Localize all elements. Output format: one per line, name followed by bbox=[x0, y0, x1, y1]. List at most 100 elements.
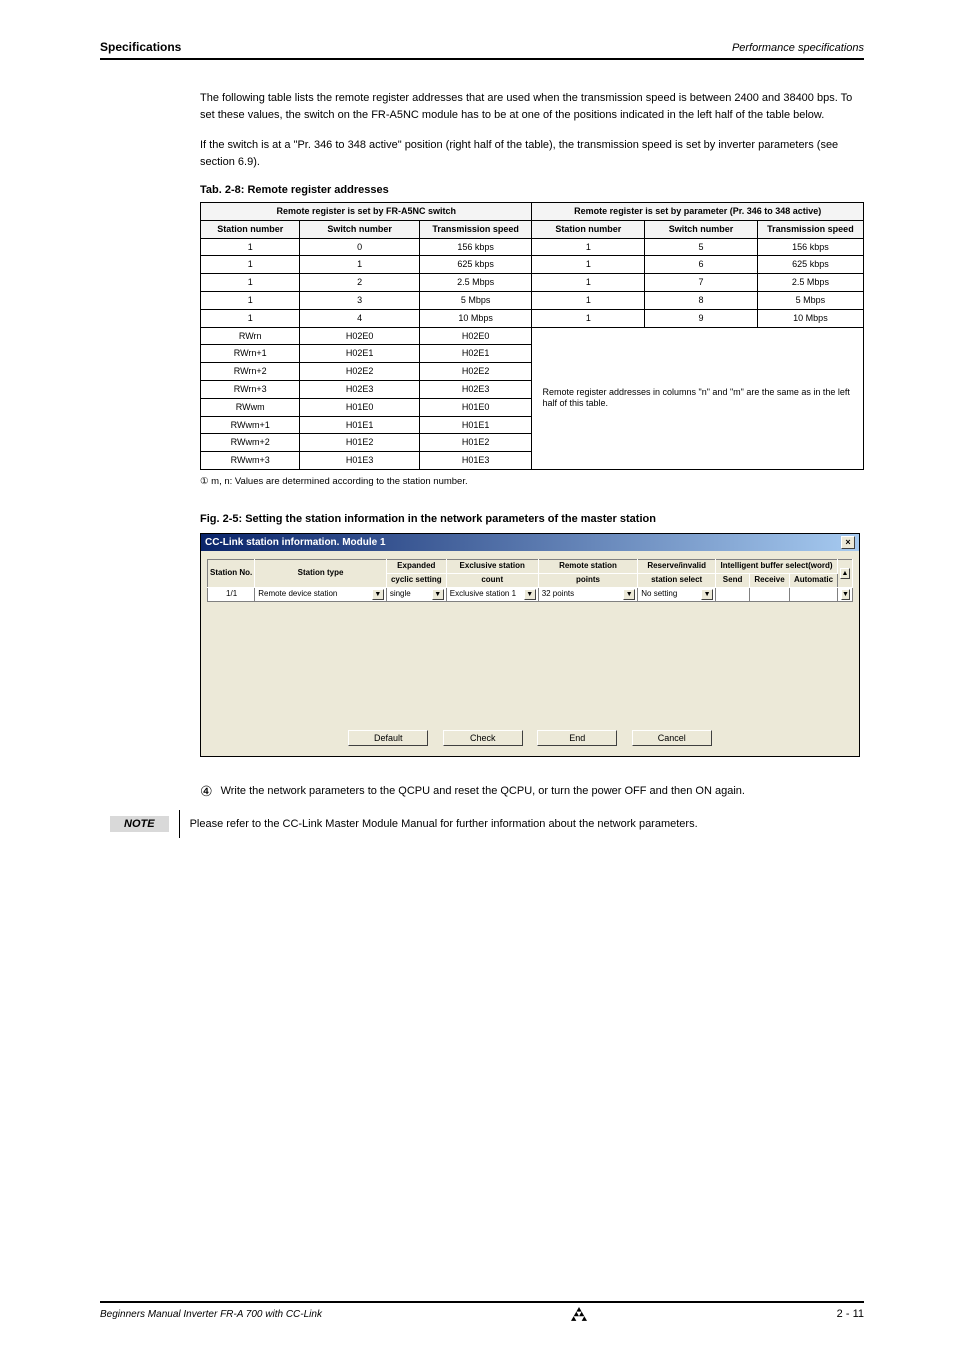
cell: RWrn+2 bbox=[201, 363, 300, 381]
cell: 2.5 Mbps bbox=[419, 274, 532, 292]
col-recv: Receive bbox=[750, 573, 790, 587]
col-res1: Reserve/invalid bbox=[638, 559, 716, 573]
figure-caption: Fig. 2-5: Setting the station informatio… bbox=[200, 513, 864, 525]
table-row: 1 4 10 Mbps 1 9 10 Mbps bbox=[201, 309, 864, 327]
cancel-button[interactable]: Cancel bbox=[632, 730, 712, 746]
col-stno: Station No. bbox=[208, 559, 255, 587]
col-exc1: Exclusive station bbox=[446, 559, 538, 573]
col-trans-speed: Transmission speed bbox=[419, 220, 532, 238]
cell: 6 bbox=[645, 256, 758, 274]
cell: H02E0 bbox=[300, 327, 419, 345]
chevron-down-icon: ▼ bbox=[432, 589, 444, 600]
close-icon[interactable]: × bbox=[841, 536, 855, 549]
cell: RWrn bbox=[201, 327, 300, 345]
col-sttype: Station type bbox=[255, 559, 387, 587]
exclusive-dropdown[interactable]: Exclusive station 1 ▼ bbox=[446, 587, 538, 601]
station-row: 1/1 Remote device station▼ single▼ Exclu… bbox=[208, 587, 853, 601]
cell-stno: 1/1 bbox=[208, 587, 255, 601]
step-number-4: ④ bbox=[200, 783, 213, 800]
cell: H02E3 bbox=[300, 380, 419, 398]
cell: 2.5 Mbps bbox=[757, 274, 863, 292]
screenshot-window: CC-Link station information. Module 1 × … bbox=[200, 533, 860, 757]
col-exp1: Expanded bbox=[386, 559, 446, 573]
cell: 3 bbox=[300, 291, 419, 309]
cell: 1 bbox=[532, 238, 645, 256]
footer-page-number: 2 - 11 bbox=[837, 1308, 864, 1320]
intro-paragraph-2: If the switch is at a "Pr. 346 to 348 ac… bbox=[200, 137, 864, 170]
cell: H01E2 bbox=[419, 434, 532, 452]
cell: H01E3 bbox=[419, 452, 532, 470]
chevron-down-icon: ▼ bbox=[701, 589, 713, 600]
cell: RWwm bbox=[201, 398, 300, 416]
mitsubishi-logo-icon bbox=[571, 1307, 587, 1321]
reserve-dropdown[interactable]: No setting ▼ bbox=[638, 587, 716, 601]
cell: 10 Mbps bbox=[419, 309, 532, 327]
col-rem2: points bbox=[538, 573, 638, 587]
note-label: NOTE bbox=[110, 816, 169, 832]
scrollbar-down[interactable]: ▼ bbox=[838, 587, 853, 601]
cell: 1 bbox=[532, 274, 645, 292]
remote-points-dropdown[interactable]: 32 points ▼ bbox=[538, 587, 638, 601]
chevron-down-icon: ▼ bbox=[524, 589, 536, 600]
cell: 4 bbox=[300, 309, 419, 327]
chevron-down-icon: ▼ bbox=[623, 589, 635, 600]
cell: 1 bbox=[532, 309, 645, 327]
default-button[interactable]: Default bbox=[348, 730, 428, 746]
screenshot-title-text: CC-Link station information. Module 1 bbox=[205, 537, 386, 548]
col-send: Send bbox=[716, 573, 750, 587]
cell: H02E2 bbox=[419, 363, 532, 381]
cell: 1 bbox=[201, 274, 300, 292]
cell: H02E1 bbox=[300, 345, 419, 363]
table-row: 1 2 2.5 Mbps 1 7 2.5 Mbps bbox=[201, 274, 864, 292]
cell: 1 bbox=[201, 291, 300, 309]
col-auto: Automatic bbox=[790, 573, 838, 587]
cell: H01E0 bbox=[419, 398, 532, 416]
cell: 1 bbox=[532, 291, 645, 309]
cell-auto bbox=[790, 587, 838, 601]
cell: RWwm+2 bbox=[201, 434, 300, 452]
cell: H01E3 bbox=[300, 452, 419, 470]
station-type-dropdown[interactable]: Remote device station▼ bbox=[255, 587, 387, 601]
end-button[interactable]: End bbox=[537, 730, 617, 746]
exclusive-value: Exclusive station 1 bbox=[450, 590, 516, 599]
note-text: Please refer to the CC-Link Master Modul… bbox=[190, 818, 698, 830]
cell: RWrn+1 bbox=[201, 345, 300, 363]
cell: 5 bbox=[645, 238, 758, 256]
scrollbar-up[interactable]: ▲ bbox=[838, 559, 853, 587]
table-caption: Tab. 2-8: Remote register addresses bbox=[200, 184, 864, 196]
cell: 1 bbox=[300, 256, 419, 274]
cell: 1 bbox=[201, 238, 300, 256]
table-row: RWrn H02E0 H02E0 Remote register address… bbox=[201, 327, 864, 345]
expanded-dropdown[interactable]: single▼ bbox=[386, 587, 446, 601]
intro-paragraph-1: The following table lists the remote reg… bbox=[200, 90, 864, 123]
cell: 1 bbox=[201, 256, 300, 274]
cell: 0 bbox=[300, 238, 419, 256]
remote-points-value: 32 points bbox=[542, 590, 574, 599]
cell: H01E2 bbox=[300, 434, 419, 452]
col-res2: station select bbox=[638, 573, 716, 587]
cell: 1 bbox=[201, 309, 300, 327]
cell: 5 Mbps bbox=[419, 291, 532, 309]
cell: H02E0 bbox=[419, 327, 532, 345]
col-rem1: Remote station bbox=[538, 559, 638, 573]
cell: 5 Mbps bbox=[757, 291, 863, 309]
cell: H02E1 bbox=[419, 345, 532, 363]
cell: 2 bbox=[300, 274, 419, 292]
cell: 156 kbps bbox=[757, 238, 863, 256]
col-exp2: cyclic setting bbox=[386, 573, 446, 587]
station-grid: Station No. Station type Expanded Exclus… bbox=[207, 559, 853, 602]
reserve-value: No setting bbox=[641, 590, 677, 599]
check-button[interactable]: Check bbox=[443, 730, 523, 746]
cell: H01E1 bbox=[300, 416, 419, 434]
cell: RWrn+3 bbox=[201, 380, 300, 398]
register-table: Remote register is set by FR-A5NC switch… bbox=[200, 202, 864, 470]
col-station-no-r: Station number bbox=[532, 220, 645, 238]
footer-doc-title: Beginners Manual Inverter FR-A 700 with … bbox=[100, 1309, 322, 1320]
cell: 625 kbps bbox=[757, 256, 863, 274]
cell: 10 Mbps bbox=[757, 309, 863, 327]
cell: 1 bbox=[532, 256, 645, 274]
footer-rule bbox=[100, 1301, 864, 1303]
table-row: 1 3 5 Mbps 1 8 5 Mbps bbox=[201, 291, 864, 309]
cell: 9 bbox=[645, 309, 758, 327]
cell: 156 kbps bbox=[419, 238, 532, 256]
